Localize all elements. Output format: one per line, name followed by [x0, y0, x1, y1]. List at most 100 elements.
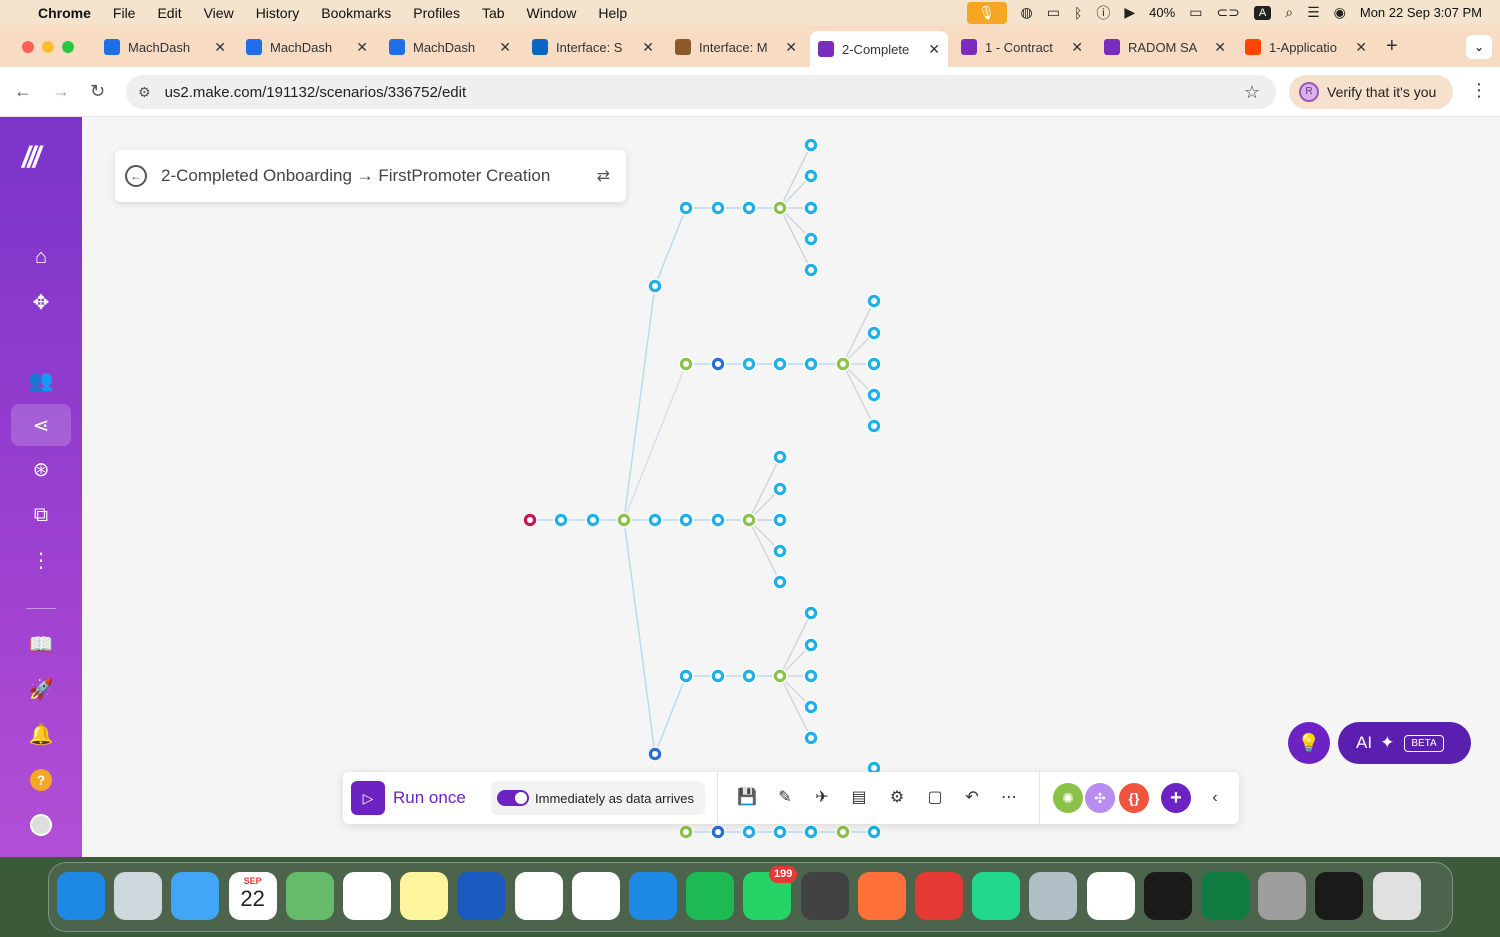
help-button[interactable]: ?	[11, 759, 71, 801]
bookmark-star-icon[interactable]: ☆	[1244, 82, 1260, 103]
menu-help[interactable]: Help	[598, 5, 627, 21]
team-icon[interactable]: 👥	[11, 359, 71, 401]
menu-bookmarks[interactable]: Bookmarks	[321, 5, 391, 21]
tab-close-icon[interactable]: ✕	[928, 41, 940, 58]
tab-4[interactable]: Interface: S ✕	[524, 31, 662, 63]
input-source[interactable]: A	[1253, 5, 1272, 20]
profile-button[interactable]	[11, 804, 71, 846]
menu-window[interactable]: Window	[527, 5, 577, 21]
dock-notes-icon[interactable]	[400, 872, 449, 920]
dock-edge-icon[interactable]	[1143, 872, 1192, 920]
undo-icon[interactable]: ↶	[960, 786, 984, 810]
address-bar[interactable]: ⚙ us2.make.com/191132/scenarios/336752/e…	[126, 75, 1276, 109]
tab-5[interactable]: Interface: M ✕	[667, 31, 805, 63]
schedule-switch[interactable]	[497, 790, 529, 806]
vpn-icon[interactable]: ◍	[1021, 4, 1033, 21]
url-text[interactable]: us2.make.com/191132/scenarios/336752/edi…	[165, 84, 467, 101]
dock-iphone-mirroring-icon[interactable]	[1029, 872, 1078, 920]
dock-calculator-icon[interactable]	[800, 872, 849, 920]
collapse-chevron-icon[interactable]: ‹	[1203, 786, 1227, 810]
tab-search-dropdown[interactable]: ⌄	[1466, 35, 1492, 59]
site-settings-icon[interactable]: ⚙	[138, 84, 151, 101]
control-center-icon[interactable]: ☰	[1307, 4, 1320, 21]
dock-maps-icon[interactable]	[285, 872, 334, 920]
docs-icon[interactable]: 📖	[11, 623, 71, 665]
schedule-toggle[interactable]: Immediately as data arrives	[491, 781, 705, 815]
accessibility-icon[interactable]: ⓘ	[1096, 3, 1110, 23]
dock-word-icon[interactable]	[457, 872, 506, 920]
scenarios-icon[interactable]: ⋖	[11, 404, 71, 446]
tools-gear-icon[interactable]: ✺	[1053, 783, 1083, 813]
dock-launchpad-icon[interactable]	[114, 872, 163, 920]
back-arrow-icon[interactable]: ←	[14, 81, 32, 102]
browser-menu-icon[interactable]: ⋮	[1470, 80, 1488, 101]
scenario-title[interactable]: 2-Completed Onboarding → FirstPromoter C…	[161, 166, 550, 186]
reload-icon[interactable]: ↻	[90, 81, 105, 102]
back-icon[interactable]: ←	[125, 165, 147, 187]
scenario-settings-icon[interactable]: ⇄	[597, 166, 610, 186]
microphone-icon[interactable]: 🎙	[966, 1, 1007, 24]
add-module-icon[interactable]: +	[1161, 783, 1191, 813]
scenario-canvas[interactable]: ← 2-Completed Onboarding → FirstPromoter…	[82, 117, 1500, 857]
tab-close-icon[interactable]: ✕	[785, 39, 797, 56]
save-icon[interactable]: 💾	[735, 786, 759, 810]
dock-spotify-icon[interactable]	[686, 872, 735, 920]
display-icon[interactable]: ▭	[1047, 4, 1060, 21]
link-icon[interactable]: ⊂⊃	[1216, 4, 1239, 21]
flow-control-icon[interactable]: ✣	[1085, 783, 1115, 813]
text-parser-icon[interactable]: {}	[1119, 783, 1149, 813]
dock-slack-icon[interactable]	[1086, 872, 1135, 920]
tab-close-icon[interactable]: ✕	[1355, 39, 1367, 56]
launch-icon[interactable]: 🚀	[11, 668, 71, 710]
more-icon[interactable]: ⋮	[11, 539, 71, 581]
magic-wand-icon[interactable]: ✎	[773, 786, 797, 810]
menu-profiles[interactable]: Profiles	[413, 5, 460, 21]
dock-reminders-icon[interactable]	[343, 872, 391, 920]
home-icon[interactable]: ⌂	[11, 236, 71, 278]
dock-calendar-icon[interactable]: SEP 22	[228, 872, 277, 920]
tab-6[interactable]: 2-Complete ✕	[810, 31, 948, 67]
menubar-clock[interactable]: Mon 22 Sep 3:07 PM	[1360, 5, 1482, 20]
menu-tab[interactable]: Tab	[482, 5, 505, 21]
close-window-button[interactable]	[22, 41, 34, 53]
tab-1[interactable]: MachDash ✕	[96, 31, 234, 63]
auto-align-icon[interactable]: ✈	[810, 786, 834, 810]
dock-pycharm-icon[interactable]	[972, 872, 1021, 920]
ai-assistant-button[interactable]: AI ✦ BETA	[1338, 722, 1471, 764]
tab-close-icon[interactable]: ✕	[214, 39, 226, 56]
dock-app-store-icon[interactable]	[629, 872, 677, 920]
tab-3[interactable]: MachDash ✕	[381, 31, 519, 63]
zoom-window-button[interactable]	[62, 41, 74, 53]
search-icon[interactable]: ⌕	[1285, 4, 1293, 21]
menu-view[interactable]: View	[204, 5, 234, 21]
dock-photos-icon[interactable]	[514, 872, 563, 920]
siri-icon[interactable]: ◉	[1334, 4, 1346, 21]
dock-mail-icon[interactable]	[171, 872, 220, 920]
dock-ticktick-icon[interactable]	[915, 872, 963, 920]
profile-verify-button[interactable]: R Verify that it's you	[1289, 75, 1453, 109]
menu-history[interactable]: History	[256, 5, 300, 21]
tab-close-icon[interactable]: ✕	[499, 39, 511, 56]
dock-chrome-icon[interactable]	[571, 872, 620, 920]
dock-firefox-icon[interactable]	[857, 872, 906, 920]
make-logo[interactable]: ///	[22, 141, 41, 175]
dock-system-settings-icon[interactable]	[1258, 872, 1307, 920]
tab-close-icon[interactable]: ✕	[642, 39, 654, 56]
lightbulb-icon[interactable]: 💡	[1288, 722, 1330, 764]
tab-8[interactable]: RADOM SA ✕	[1096, 31, 1234, 63]
forward-arrow-icon[interactable]: →	[52, 81, 70, 102]
new-tab-button[interactable]: +	[1386, 35, 1398, 58]
settings-icon[interactable]: ⚙	[885, 786, 909, 810]
templates-icon[interactable]: ✥	[11, 281, 71, 323]
tab-close-icon[interactable]: ✕	[356, 39, 368, 56]
dock-trash-icon[interactable]	[1372, 872, 1421, 920]
minimize-window-button[interactable]	[42, 41, 54, 53]
apps-icon[interactable]: ⧉	[11, 494, 71, 536]
tab-7[interactable]: 1 - Contract ✕	[953, 31, 1091, 63]
tab-9[interactable]: 1-Applicatio ✕	[1237, 31, 1375, 63]
menu-file[interactable]: File	[113, 5, 136, 21]
tab-close-icon[interactable]: ✕	[1071, 39, 1083, 56]
tab-2[interactable]: MachDash ✕	[238, 31, 376, 63]
run-once-button[interactable]: ▷ Run once	[351, 781, 466, 815]
battery-icon[interactable]: ▭	[1189, 4, 1202, 21]
